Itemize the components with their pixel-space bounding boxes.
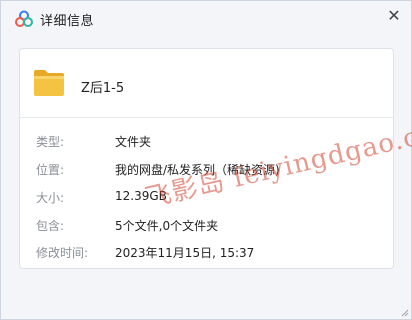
close-button[interactable]: ✕ (382, 4, 406, 28)
detail-row-location: 位置: 我的网盘/私发系列（稀缺资源) (20, 161, 393, 179)
detail-row-contains: 包含: 5个文件,0个文件夹 (20, 217, 393, 235)
detail-row-type: 类型: 文件夹 (20, 133, 393, 151)
baidu-netdisk-logo-icon (15, 10, 33, 27)
detail-value: 文件夹 (115, 135, 152, 149)
detail-value: 12.39GB (115, 189, 167, 203)
detail-label: 类型: (36, 135, 65, 149)
detail-label: 包含: (36, 219, 65, 233)
close-icon: ✕ (387, 6, 401, 25)
detail-row-modified: 修改时间: 2023年11月15日, 15:37 (20, 244, 393, 262)
folder-icon (34, 70, 64, 96)
detail-value[interactable]: 我的网盘/私发系列（稀缺资源) (115, 161, 280, 178)
detail-label: 大小: (36, 191, 65, 205)
detail-label: 位置: (36, 163, 65, 177)
title-bar[interactable]: 详细信息 ✕ (1, 1, 411, 37)
details-dialog: 详细信息 ✕ Z后1-5 类型: 文件夹 位置: 我的网盘/私发系列（稀缺资源)… (0, 0, 412, 320)
file-name: Z后1-5 (81, 81, 125, 96)
detail-value: 5个文件,0个文件夹 (115, 219, 219, 233)
resize-grip-icon[interactable] (399, 307, 409, 317)
detail-value: 2023年11月15日, 15:37 (115, 246, 255, 260)
divider (20, 117, 393, 118)
detail-label: 修改时间: (36, 246, 89, 260)
detail-row-size: 大小: 12.39GB (20, 189, 393, 207)
dialog-title: 详细信息 (40, 14, 95, 29)
details-panel: Z后1-5 类型: 文件夹 位置: 我的网盘/私发系列（稀缺资源) 大小: 12… (19, 48, 394, 269)
